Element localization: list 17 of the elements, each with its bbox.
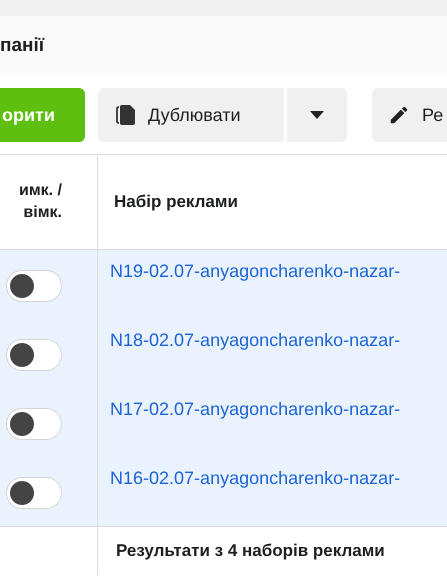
toggle-switch[interactable] [6,408,62,440]
toggle-switch[interactable] [6,477,62,509]
results-summary: Результати з 4 наборів реклами [116,540,385,562]
page-title: панії [0,34,44,58]
ad-set-link[interactable]: N19-02.07-anyagoncharenko-nazar- [110,261,400,281]
copy-icon [114,103,138,127]
pencil-icon [388,104,410,126]
caret-icon [310,111,324,119]
column-header: Набір реклами [114,191,238,214]
ad-set-link[interactable]: N18-02.07-anyagoncharenko-nazar- [110,330,400,350]
ad-set-link[interactable]: N16-02.07-anyagoncharenko-nazar- [110,468,400,488]
edit-button[interactable]: Ре [372,88,447,142]
column-header: имк. / вімк. [18,181,62,223]
duplicate-button[interactable]: Дублювати [98,88,284,142]
ad-set-link[interactable]: N17-02.07-anyagoncharenko-nazar- [110,399,400,419]
toggle-switch[interactable] [6,270,62,302]
toggle-switch[interactable] [6,339,62,371]
